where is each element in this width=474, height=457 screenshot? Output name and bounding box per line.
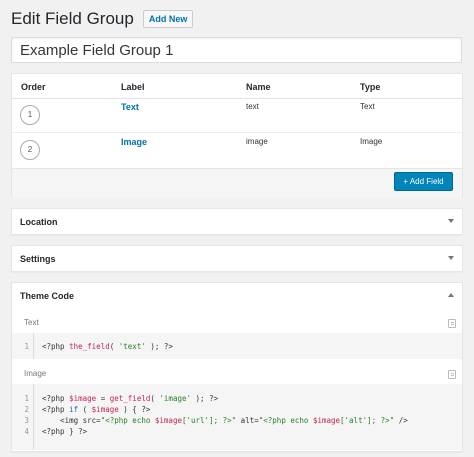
line-number: 1 (24, 342, 29, 351)
field-label-link[interactable]: Text (121, 102, 139, 112)
code-token: ['url']; ?>" (181, 416, 237, 425)
code-token: ) { ?> (118, 405, 151, 414)
code-token: ( (109, 342, 119, 351)
code-token: ( (78, 405, 92, 414)
code-token: 'image' (159, 394, 192, 403)
code-token: <img src= (42, 416, 101, 425)
fields-table: Order Label Name Type 1 Text text Text 2… (11, 73, 463, 198)
add-new-button[interactable]: Add New (142, 10, 194, 28)
code-text: <?php } ?> (42, 426, 87, 437)
settings-panel-header[interactable]: Settings (12, 246, 462, 272)
line-gutter (33, 384, 34, 450)
page-title: Edit Field Group (11, 9, 134, 28)
add-field-button[interactable]: + Add Field (394, 172, 453, 191)
order-badge[interactable]: 2 (20, 140, 40, 160)
code-token: <?php (42, 394, 70, 403)
column-header-type: Type (360, 82, 381, 92)
settings-panel-title: Settings (20, 254, 56, 264)
line-number: 1 (24, 394, 29, 403)
order-badge[interactable]: 1 (20, 105, 40, 125)
code-text: <?php if ( $image ) { ?> (42, 404, 150, 415)
settings-panel: Settings (11, 245, 463, 272)
code-token: <?php (42, 342, 70, 351)
line-gutter (33, 333, 34, 359)
code-token: <?php (42, 405, 70, 414)
location-panel: Location (11, 208, 463, 235)
code-token: <?php } ?> (42, 427, 88, 436)
code-token: $image (91, 405, 119, 414)
column-header-name: Name (246, 82, 271, 92)
collapse-toggle-icon[interactable] (448, 219, 454, 223)
code-token: get_field (109, 394, 151, 403)
code-token: ); ?> (191, 394, 219, 403)
copy-icon[interactable] (448, 319, 456, 328)
code-text: <img src="<?php echo $image['url']; ?>" … (42, 415, 408, 426)
theme-code-panel: Theme Code Text 1 <?php the_field( 'text'… (11, 282, 463, 452)
code-section-label: Text (24, 318, 39, 327)
page-header: Edit Field Group Add New (11, 9, 194, 29)
collapse-toggle-icon[interactable] (448, 256, 454, 260)
code-token: ); ?> (145, 342, 173, 351)
field-label-link[interactable]: Image (121, 137, 147, 147)
code-token: alt= (236, 416, 259, 425)
code-token: $image (312, 416, 341, 425)
field-row[interactable]: 2 Image image Image (12, 133, 462, 167)
field-type: Image (360, 137, 383, 146)
code-token: ['alt']; ?>" (340, 416, 395, 425)
field-name: image (246, 137, 268, 146)
line-number: 2 (24, 405, 29, 414)
field-group-title-input[interactable] (11, 37, 462, 63)
code-token: "<?php echo (258, 416, 313, 425)
code-section-label: Image (24, 369, 47, 378)
code-block-image[interactable]: 1 <?php $image = get_field( 'image' ); ?>… (12, 384, 462, 450)
field-row[interactable]: 1 Text text Text (12, 98, 462, 132)
fields-footer: + Add Field (12, 168, 462, 198)
code-token: "<?php echo (100, 416, 155, 425)
copy-icon[interactable] (448, 370, 456, 379)
collapse-toggle-icon[interactable] (448, 293, 454, 297)
theme-code-panel-header[interactable]: Theme Code (12, 283, 462, 309)
code-token: if (69, 405, 79, 414)
location-panel-header[interactable]: Location (12, 209, 462, 235)
line-number: 4 (24, 427, 29, 436)
field-type: Text (360, 102, 375, 111)
column-header-label: Label (121, 82, 145, 92)
code-text: <?php $image = get_field( 'image' ); ?> (42, 393, 218, 404)
line-number: 3 (24, 416, 29, 425)
code-token: = (96, 394, 110, 403)
code-token: the_field (69, 342, 110, 351)
code-text: <?php the_field( 'text' ); ?> (42, 341, 173, 352)
theme-code-panel-title: Theme Code (20, 291, 75, 301)
location-panel-title: Location (20, 217, 58, 227)
code-block-text[interactable]: 1 <?php the_field( 'text' ); ?> (12, 333, 462, 359)
field-name: text (246, 102, 259, 111)
code-token: 'text' (118, 342, 146, 351)
column-header-order: Order (21, 82, 46, 92)
code-token: /> (394, 416, 408, 425)
code-token: $image (69, 394, 97, 403)
code-token: $image (154, 416, 182, 425)
